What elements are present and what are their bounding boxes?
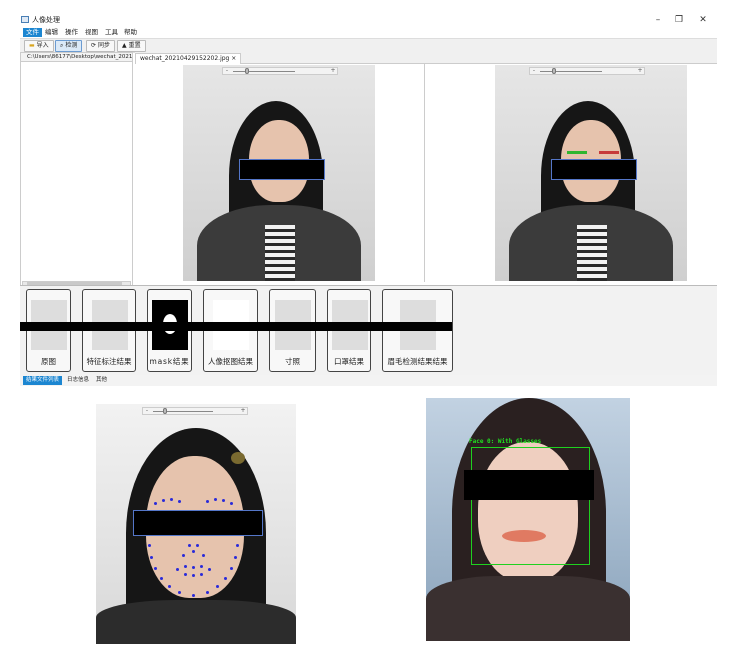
landmark-result-figure: - + xyxy=(96,404,296,644)
original-image-pane xyxy=(183,65,375,281)
hair-clip xyxy=(231,452,245,464)
thumb-label: 寸照 xyxy=(285,357,300,366)
menu-edit[interactable]: 编辑 xyxy=(42,28,61,37)
window-title: 人像处理 xyxy=(32,16,60,24)
tab-label: wechat_20210429152202.jpg xyxy=(140,55,230,62)
app-icon xyxy=(21,16,29,23)
zoom-in-button[interactable]: + xyxy=(636,68,644,74)
reset-icon: ▲ xyxy=(122,42,127,49)
scarf-shape xyxy=(426,576,630,641)
detect-label: 检测 xyxy=(65,42,78,49)
eyebrow-mark-left xyxy=(567,151,587,154)
menu-view[interactable]: 视图 xyxy=(82,28,101,37)
import-button[interactable]: ▬ 导入 xyxy=(24,40,54,52)
menu-help[interactable]: 帮助 xyxy=(121,28,140,37)
toolbar: ▬ 导入 ⌕ 检测 ⟳ 同步 ▲ 重置 xyxy=(20,38,717,53)
bottom-tab-bar: 结果文件列表 日志信息 其他 xyxy=(20,375,717,386)
zoom-out-button[interactable]: - xyxy=(223,68,231,74)
zoom-in-button[interactable]: + xyxy=(239,408,247,414)
thumb-label: 特征标注结果 xyxy=(86,357,132,366)
close-button[interactable]: ✕ xyxy=(693,13,713,27)
thumb-label: 人像抠图结果 xyxy=(208,357,253,366)
result-thumbnail-strip: 原图 特征标注结果 mask结果 人像抠图结果 寸照 口罩结果 眉毛检测结果结果 xyxy=(20,285,717,377)
zoom-slider-handle[interactable] xyxy=(245,68,249,74)
eye-redaction-bar xyxy=(551,159,637,180)
tab-other[interactable]: 其他 xyxy=(93,376,110,385)
thumb-label: 原图 xyxy=(41,357,56,366)
zoom-in-button[interactable]: + xyxy=(329,68,337,74)
sync-label: 同步 xyxy=(98,42,111,49)
menu-file[interactable]: 文件 xyxy=(23,28,42,37)
thumb-label: 口罩结果 xyxy=(334,357,364,366)
file-panel: C:\Users\86177\Desktop\wechat_20210 xyxy=(20,52,133,288)
zoom-track[interactable] xyxy=(153,411,213,412)
shirt-shape xyxy=(265,225,295,281)
thumb-label: 眉毛检测结果结果 xyxy=(387,357,448,366)
folder-icon: ▬ xyxy=(29,42,35,49)
zoom-slider-handle[interactable] xyxy=(552,68,556,74)
eyebrow-mark-right xyxy=(599,151,619,154)
eye-redaction-bar xyxy=(133,510,263,536)
tab-close-icon[interactable]: × xyxy=(231,55,236,62)
restore-button[interactable]: ❐ xyxy=(669,13,689,27)
sync-button[interactable]: ⟳ 同步 xyxy=(86,40,116,52)
tab-log[interactable]: 日志信息 xyxy=(64,376,92,385)
zoom-bar: - + xyxy=(142,407,248,415)
reset-button[interactable]: ▲ 重置 xyxy=(117,40,146,52)
file-path[interactable]: C:\Users\86177\Desktop\wechat_20210 xyxy=(21,53,132,62)
zoom-track[interactable] xyxy=(540,71,602,72)
face-detection-box xyxy=(471,447,590,565)
zoom-slider-handle[interactable] xyxy=(163,408,167,414)
menu-bar: 文件 编辑 操作 视图 工具 帮助 xyxy=(20,27,717,38)
image-viewer: - + - + xyxy=(135,64,717,288)
tab-result-files[interactable]: 结果文件列表 xyxy=(23,376,63,385)
tab-wechat-image[interactable]: wechat_20210429152202.jpg × xyxy=(135,53,242,64)
import-label: 导入 xyxy=(36,42,49,49)
app-window: 人像处理 – ❐ ✕ 文件 编辑 操作 视图 工具 帮助 ▬ 导入 ⌕ 检测 ⟳ 同步… xyxy=(20,13,717,390)
zoom-out-button[interactable]: - xyxy=(530,68,538,74)
coat-shape xyxy=(96,600,296,644)
shirt-shape xyxy=(577,225,607,281)
zoom-out-button[interactable]: - xyxy=(143,408,151,414)
document-tab-bar: wechat_20210429152202.jpg × xyxy=(135,52,717,64)
pane-divider[interactable] xyxy=(424,64,425,282)
thumb-label: mask结果 xyxy=(149,357,190,366)
reset-label: 重置 xyxy=(128,42,141,49)
eye-redaction-bar xyxy=(464,470,594,500)
face-detection-label: Face 0: With Glasses xyxy=(469,438,542,445)
minimize-button[interactable]: – xyxy=(648,13,668,27)
detect-button[interactable]: ⌕ 检测 xyxy=(55,40,83,52)
title-bar: 人像处理 – ❐ ✕ xyxy=(20,13,717,27)
zoom-bar-left: - + xyxy=(222,67,338,75)
sync-icon: ⟳ xyxy=(91,42,97,49)
zoom-bar-right: - + xyxy=(529,67,645,75)
glasses-detection-figure: Face 0: With Glasses xyxy=(426,398,630,641)
menu-operate[interactable]: 操作 xyxy=(62,28,81,37)
eye-redaction-bar xyxy=(239,159,325,180)
zoom-track[interactable] xyxy=(233,71,295,72)
search-icon: ⌕ xyxy=(60,42,64,49)
result-image-pane xyxy=(495,65,687,281)
menu-tools[interactable]: 工具 xyxy=(102,28,121,37)
thumbnail-redaction-bar xyxy=(20,322,452,331)
